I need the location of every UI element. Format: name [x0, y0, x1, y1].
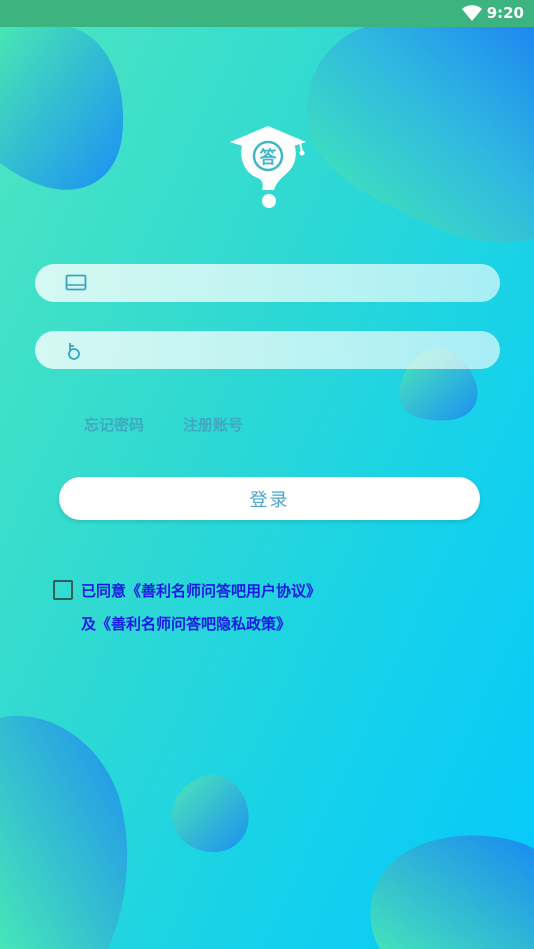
register-link[interactable]: 注册账号 [183, 414, 243, 435]
blob-top-right [306, 27, 534, 243]
blob-top-left [0, 27, 124, 190]
username-input[interactable] [105, 268, 489, 300]
password-field[interactable] [35, 331, 500, 369]
key-icon [68, 343, 80, 360]
graduation-cap-question-icon: 答 [230, 126, 306, 208]
blob-bottom-right [370, 835, 534, 949]
agreement-line-1[interactable]: 已同意《善利名师问答吧用户协议》 [81, 580, 321, 601]
username-field[interactable] [35, 264, 500, 302]
tablet-icon [65, 274, 87, 291]
login-button[interactable]: 登录 [59, 477, 480, 520]
wifi-icon [462, 5, 482, 21]
password-input[interactable] [105, 335, 489, 367]
status-time: 9:20 [486, 4, 524, 22]
forgot-password-link[interactable]: 忘记密码 [84, 414, 144, 435]
status-bar: 9:20 [0, 0, 534, 27]
agreement-line-2[interactable]: 及《善利名师问答吧隐私政策》 [81, 613, 291, 634]
agreement-checkbox[interactable] [53, 580, 73, 600]
blob-bottom-center [171, 774, 249, 852]
logo-glyph: 答 [260, 147, 278, 168]
blob-bottom-left [0, 715, 128, 949]
